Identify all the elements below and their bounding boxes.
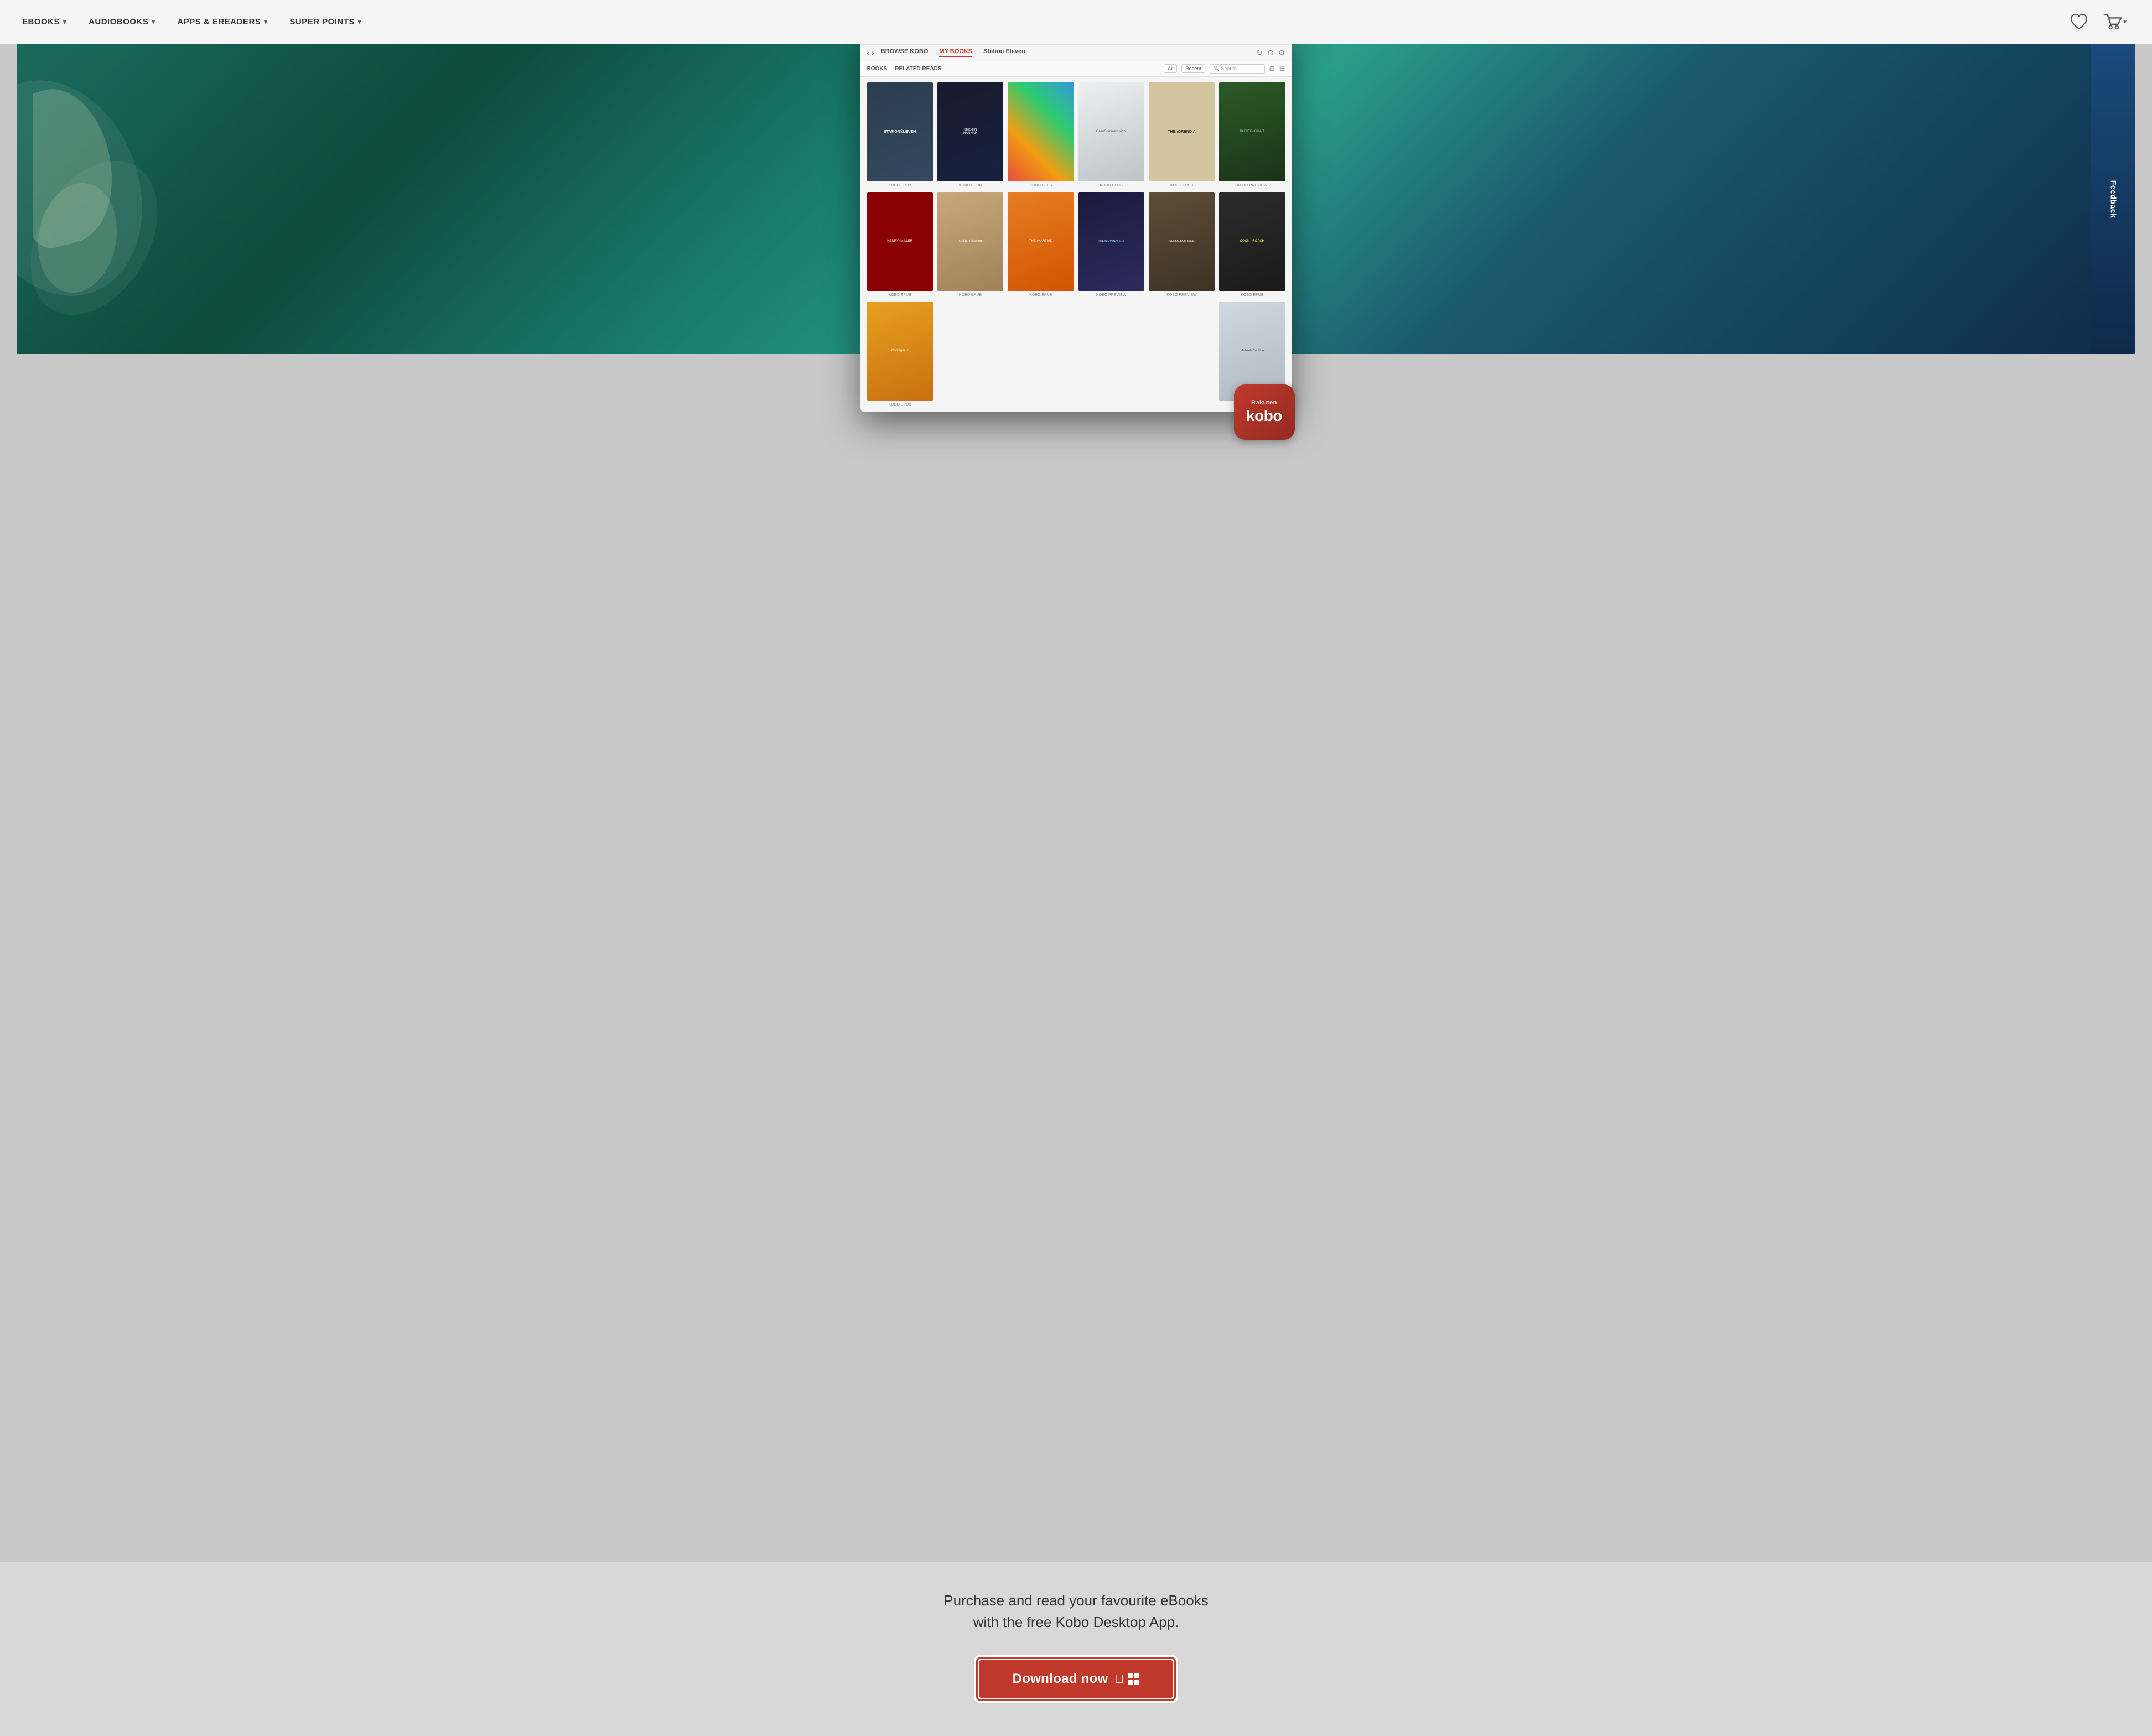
hero-background: Escape from email and indulge your love …	[17, 44, 2135, 354]
list-item: KOBO PREVIEW	[1219, 82, 1285, 188]
book-cover	[1078, 192, 1144, 291]
book-cover	[1149, 82, 1215, 181]
app-subbar: BOOKS RELATED READS All Recent 🔍 Search …	[860, 61, 1292, 77]
book-cover	[867, 82, 933, 181]
hero-content: Escape from email and indulge your love …	[17, 44, 2135, 462]
book-label: KOBO PREVIEW	[1237, 184, 1267, 188]
nav-ebooks-label: eBOOKS	[22, 17, 60, 27]
app-window: ‹ › BROWSE KOBO MY BOOKS Station Eleven …	[860, 44, 1292, 412]
apple-icon: 	[1115, 1672, 1124, 1686]
nav-audiobooks[interactable]: AUDIOBOOKS ▾	[89, 17, 155, 27]
filter-recent[interactable]: Recent	[1181, 64, 1205, 73]
nav-apps-chevron: ▾	[264, 18, 267, 25]
book-cover	[1008, 82, 1074, 181]
book-label: KOBO EPUB	[1029, 293, 1052, 297]
download-now-button[interactable]: Download now 	[978, 1659, 1175, 1699]
list-item: KOBO PLUS	[1008, 82, 1074, 188]
cart-button[interactable]: ▾	[2100, 10, 2130, 34]
nav-superpoints-label: SUPER POINTS	[289, 17, 355, 27]
account-icon: ⊙	[1267, 48, 1274, 58]
subbar-books[interactable]: BOOKS	[867, 66, 888, 72]
subbar-left: BOOKS RELATED READS	[867, 66, 942, 72]
nav-superpoints-chevron: ▾	[358, 18, 361, 25]
list-item: KOBO EPUB	[1219, 192, 1285, 297]
book-cover	[867, 302, 933, 401]
list-item: KOBO EPUB	[937, 82, 1003, 188]
nav-left: eBOOKS ▾ AUDIOBOOKS ▾ APPS & eREADERS ▾ …	[22, 17, 361, 27]
heart-icon	[2070, 13, 2088, 31]
book-label: KOBO PREVIEW	[1096, 293, 1126, 297]
book-cover	[1219, 192, 1285, 291]
sync-icon: ↻	[1256, 48, 1263, 58]
settings-icon: ⚙	[1278, 48, 1285, 58]
book-label: KOBO EPUB	[889, 293, 911, 297]
list-item: KOBO PREVIEW	[1149, 192, 1215, 297]
book-label: KOBO EPUB	[1100, 184, 1123, 188]
book-label: KOBO EPUB	[889, 403, 911, 407]
forward-arrow: ›	[872, 48, 874, 57]
list-item: KOBO EPUB	[867, 82, 933, 188]
book-label: KOBO EPUB	[889, 184, 911, 188]
download-button-wrapper: Download now 	[974, 1655, 1178, 1703]
book-cover	[1219, 82, 1285, 181]
tab-browse[interactable]: BROWSE KOBO	[881, 48, 929, 57]
nav-apps-label: APPS & eREADERS	[177, 17, 261, 27]
lower-description: Purchase and read your favourite eBooks …	[943, 1590, 1208, 1633]
cart-chevron: ▾	[2123, 18, 2127, 25]
book-cover	[937, 82, 1003, 181]
filter-all[interactable]: All	[1164, 64, 1177, 73]
nav-ebooks-chevron: ▾	[63, 18, 66, 25]
wishlist-button[interactable]	[2067, 10, 2091, 34]
subbar-right: All Recent 🔍 Search ⊞ ☰	[1164, 64, 1285, 74]
tab-mybooks[interactable]: MY BOOKS	[939, 48, 972, 57]
book-label: KOBO EPUB	[959, 184, 982, 188]
list-view-icon[interactable]: ☰	[1279, 65, 1285, 72]
nav-ebooks[interactable]: eBOOKS ▾	[22, 17, 66, 27]
list-item: KOBO EPUB	[937, 192, 1003, 297]
book-cover	[1149, 192, 1215, 291]
book-label: KOBO PLUS	[1030, 184, 1052, 188]
kobo-text-label: kobo	[1246, 407, 1282, 425]
nav-audiobooks-chevron: ▾	[152, 18, 155, 25]
list-item: KOBO PREVIEW	[1078, 192, 1144, 297]
book-cover	[1078, 82, 1144, 181]
nav-arrows: ‹ ›	[867, 48, 874, 57]
os-icons: 	[1115, 1672, 1140, 1686]
list-item: KOBO EPUB	[1078, 82, 1144, 188]
search-box[interactable]: 🔍 Search	[1210, 64, 1265, 74]
nav-superpoints[interactable]: SUPER POINTS ▾	[289, 17, 361, 27]
book-label: KOBO PREVIEW	[1166, 293, 1196, 297]
back-arrow: ‹	[867, 48, 870, 57]
lower-section: Purchase and read your favourite eBooks …	[0, 1562, 2152, 1736]
list-item: KOBO EPUB	[867, 302, 933, 407]
nav-right: ▾	[2067, 10, 2130, 34]
kobo-badge: Rakuten kobo	[1234, 384, 1295, 440]
cart-icon	[2103, 13, 2122, 31]
book-cover	[867, 192, 933, 291]
kobo-rakuten-label: Rakuten	[1251, 399, 1277, 406]
windows-icon	[1128, 1673, 1139, 1685]
tab-bar: BROWSE KOBO MY BOOKS Station Eleven	[881, 48, 1025, 57]
list-item: KOBO EPUB	[867, 192, 933, 297]
tab-station[interactable]: Station Eleven	[983, 48, 1025, 57]
nav-apps[interactable]: APPS & eREADERS ▾	[177, 17, 267, 27]
list-item: KOBO EPUB	[1149, 82, 1215, 188]
list-item: KOBO EPUB	[1008, 192, 1074, 297]
book-label: KOBO EPUB	[1170, 184, 1193, 188]
books-grid: KOBO EPUB KOBO EPUB KOBO PLUS KOBO EPUB	[860, 77, 1292, 412]
hero-section: Escape from email and indulge your love …	[17, 44, 2135, 1562]
book-cover	[1008, 192, 1074, 291]
book-label: KOBO EPUB	[1241, 293, 1263, 297]
book-cover	[937, 192, 1003, 291]
subbar-related[interactable]: RELATED READS	[895, 66, 941, 72]
grid-view-icon[interactable]: ⊞	[1269, 65, 1275, 72]
app-toolbar: ‹ › BROWSE KOBO MY BOOKS Station Eleven …	[860, 45, 1292, 61]
nav-audiobooks-label: AUDIOBOOKS	[89, 17, 148, 27]
book-label: KOBO EPUB	[959, 293, 982, 297]
navbar: eBOOKS ▾ AUDIOBOOKS ▾ APPS & eREADERS ▾ …	[0, 0, 2152, 44]
